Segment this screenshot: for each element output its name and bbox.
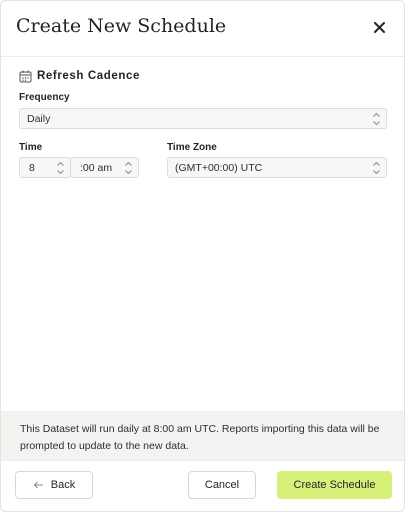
cancel-button[interactable]: Cancel — [188, 471, 256, 499]
section-title: Refresh Cadence — [37, 70, 140, 82]
dialog-title: Create New Schedule — [16, 15, 227, 37]
schedule-summary-text: This Dataset will run daily at 8:00 am U… — [20, 423, 380, 452]
select-arrows-icon — [125, 162, 132, 174]
minute-value: :00 am — [80, 161, 113, 174]
select-arrows-icon — [373, 162, 380, 174]
refresh-cadence-heading: Refresh Cadence — [19, 68, 140, 84]
close-button[interactable] — [367, 15, 391, 39]
frequency-value: Daily — [27, 112, 51, 125]
hour-value: 8 — [29, 161, 35, 174]
schedule-summary: This Dataset will run daily at 8:00 am U… — [1, 411, 404, 460]
close-icon — [373, 21, 385, 33]
back-button[interactable]: Back — [15, 471, 93, 499]
timezone-value: (GMT+00:00) UTC — [175, 161, 263, 174]
arrow-left-icon — [33, 481, 44, 489]
frequency-label: Frequency — [19, 92, 70, 103]
minute-select[interactable]: :00 am — [70, 157, 139, 178]
time-label: Time — [19, 142, 43, 153]
frequency-select[interactable]: Daily — [19, 108, 387, 129]
calendar-icon — [19, 70, 32, 83]
create-schedule-button[interactable]: Create Schedule — [277, 471, 392, 499]
back-label: Back — [50, 479, 76, 491]
dialog-header: Create New Schedule — [1, 1, 404, 57]
select-arrows-icon — [57, 162, 64, 174]
select-arrows-icon — [373, 113, 380, 125]
hour-select[interactable]: 8 — [19, 157, 71, 178]
dialog-footer: Back Cancel Create Schedule — [1, 460, 404, 511]
timezone-select[interactable]: (GMT+00:00) UTC — [167, 157, 387, 178]
create-schedule-dialog: Create New Schedule Refresh Cadence Freq… — [0, 0, 405, 512]
timezone-label: Time Zone — [167, 142, 217, 153]
